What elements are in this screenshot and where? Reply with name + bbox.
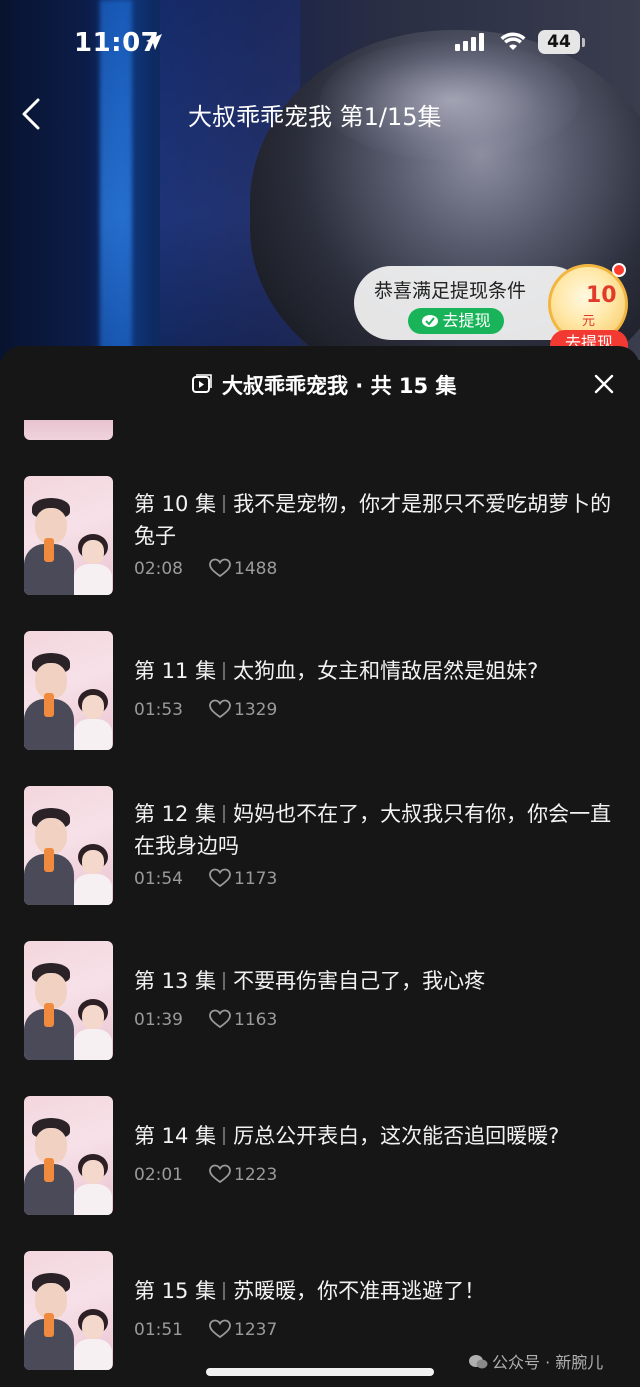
episode-item[interactable]: 第 11 集太狗血，女主和情敌居然是姐妹? 01:53 1329 (0, 631, 640, 761)
episode-number: 第 11 集 (134, 659, 217, 683)
episode-title: 太狗血，女主和情敌居然是姐妹? (233, 659, 539, 683)
episode-title-row: 第 13 集不要再伤害自己了，我心疼 (134, 965, 612, 997)
episode-thumbnail[interactable] (24, 476, 113, 595)
episode-likes: 1488 (234, 559, 278, 579)
heart-icon[interactable] (209, 699, 231, 719)
episode-title: 苏暖暖，你不准再逃避了！ (233, 1279, 486, 1303)
episode-meta: 02:01 1223 (134, 1164, 277, 1185)
thumb-figure (82, 540, 104, 564)
notification-dot (612, 263, 626, 277)
heart-icon[interactable] (209, 558, 231, 578)
episode-likes: 1329 (234, 700, 278, 720)
thumb-figure (74, 564, 112, 595)
withdraw-button-label: 去提现 (442, 311, 491, 330)
episode-title-row: 第 11 集太狗血，女主和情敌居然是姐妹? (134, 655, 612, 687)
episode-item[interactable]: 第 10 集我不是宠物，你才是那只不爱吃胡萝卜的兔子 02:08 1488 (0, 476, 640, 606)
thumb-figure (74, 1184, 112, 1215)
thumb-figure (44, 1313, 54, 1337)
episode-thumbnail[interactable] (24, 1096, 113, 1215)
episode-title-row: 第 14 集厉总公开表白，这次能否追回暖暖? (134, 1120, 612, 1152)
episode-number: 第 12 集 (134, 802, 217, 826)
episode-duration: 02:08 (134, 559, 183, 579)
episode-likes: 1223 (234, 1165, 278, 1185)
sheet-header: 大叔乖乖宠我 · 共 15 集 (0, 346, 640, 422)
episode-duration: 01:53 (134, 700, 183, 720)
home-indicator[interactable] (206, 1368, 434, 1376)
episode-item[interactable]: 第 14 集厉总公开表白，这次能否追回暖暖? 02:01 1223 (0, 1096, 640, 1226)
close-icon[interactable] (590, 370, 618, 398)
coin-amount: 10 (586, 283, 617, 308)
thumb-figure (74, 1029, 112, 1060)
episode-title: 厉总公开表白，这次能否追回暖暖? (233, 1124, 560, 1148)
episode-separator (223, 662, 226, 680)
thumb-figure (44, 1003, 54, 1027)
episode-separator (223, 805, 226, 823)
page-title: 大叔乖乖宠我 第1/15集 (188, 103, 442, 131)
episode-sheet: 大叔乖乖宠我 · 共 15 集 第 10 集我不是宠物，你才是那只不爱吃胡萝卜的… (0, 346, 640, 1387)
coin-unit: 元 (582, 314, 596, 329)
episode-separator (223, 495, 226, 513)
thumb-figure (74, 874, 112, 905)
watermark: 公众号 · 新腕儿 (468, 1349, 603, 1373)
heart-icon[interactable] (209, 1319, 231, 1339)
location-arrow-icon (146, 34, 162, 50)
episode-title-row: 第 15 集苏暖暖，你不准再逃避了！ (134, 1275, 612, 1307)
watermark-text: 公众号 · 新腕儿 (492, 1353, 604, 1372)
episode-meta: 02:08 1488 (134, 558, 277, 579)
thumb-figure (44, 693, 54, 717)
episode-number: 第 10 集 (134, 492, 217, 516)
episode-likes: 1237 (234, 1320, 278, 1340)
episode-duration: 01:54 (134, 869, 183, 889)
wechat-icon (469, 1355, 488, 1369)
episode-thumbnail[interactable] (24, 1251, 113, 1370)
battery-nub (582, 38, 585, 47)
episode-meta: 01:39 1163 (134, 1009, 277, 1030)
wifi-icon (500, 32, 526, 50)
withdraw-message: 恭喜满足提现条件 (374, 280, 527, 302)
episode-item[interactable]: 第 13 集不要再伤害自己了，我心疼 01:39 1163 (0, 941, 640, 1071)
heart-icon[interactable] (209, 1009, 231, 1029)
episode-duration: 01:51 (134, 1320, 183, 1340)
thumb-figure (82, 1160, 104, 1184)
thumb-figure (82, 1315, 104, 1339)
thumb-figure (74, 719, 112, 750)
wechat-pay-icon (422, 315, 439, 327)
episode-item[interactable]: 第 12 集妈妈也不在了，大叔我只有你，你会一直在我身边吗 01:54 1173 (0, 786, 640, 916)
heart-icon[interactable] (209, 868, 231, 888)
episode-thumbnail[interactable] (24, 786, 113, 905)
episode-meta: 01:53 1329 (134, 699, 277, 720)
thumb-figure (44, 1158, 54, 1182)
playlist-icon (192, 374, 212, 393)
episode-separator (223, 1127, 226, 1145)
episode-thumbnail[interactable] (24, 941, 113, 1060)
sheet-title: 大叔乖乖宠我 · 共 15 集 (222, 374, 457, 398)
withdraw-button[interactable]: 去提现 (408, 308, 504, 334)
thumb-figure (82, 850, 104, 874)
episode-likes: 1163 (234, 1010, 278, 1030)
heart-icon[interactable] (209, 1164, 231, 1184)
episode-thumbnail[interactable] (24, 631, 113, 750)
chevron-left-icon[interactable] (16, 94, 46, 134)
episode-number: 第 14 集 (134, 1124, 217, 1148)
thumb-figure (74, 1339, 112, 1370)
signal-icon (455, 33, 484, 51)
episode-number: 第 13 集 (134, 969, 217, 993)
thumb-figure (82, 695, 104, 719)
episode-title-row: 第 12 集妈妈也不在了，大叔我只有你，你会一直在我身边吗 (134, 798, 612, 862)
episode-duration: 02:01 (134, 1165, 183, 1185)
thumb-figure (44, 848, 54, 872)
episode-thumbnail-partial[interactable] (24, 420, 113, 440)
thumb-figure (82, 1005, 104, 1029)
episode-duration: 01:39 (134, 1010, 183, 1030)
episode-separator (223, 1282, 226, 1300)
episode-title-row: 第 10 集我不是宠物，你才是那只不爱吃胡萝卜的兔子 (134, 488, 612, 552)
episode-likes: 1173 (234, 869, 278, 889)
battery-indicator: 44 (538, 30, 580, 54)
episode-number: 第 15 集 (134, 1279, 217, 1303)
episode-meta: 01:51 1237 (134, 1319, 277, 1340)
episode-title: 不要再伤害自己了，我心疼 (233, 969, 486, 993)
thumb-figure (44, 538, 54, 562)
episode-meta: 01:54 1173 (134, 868, 277, 889)
episode-separator (223, 972, 226, 990)
